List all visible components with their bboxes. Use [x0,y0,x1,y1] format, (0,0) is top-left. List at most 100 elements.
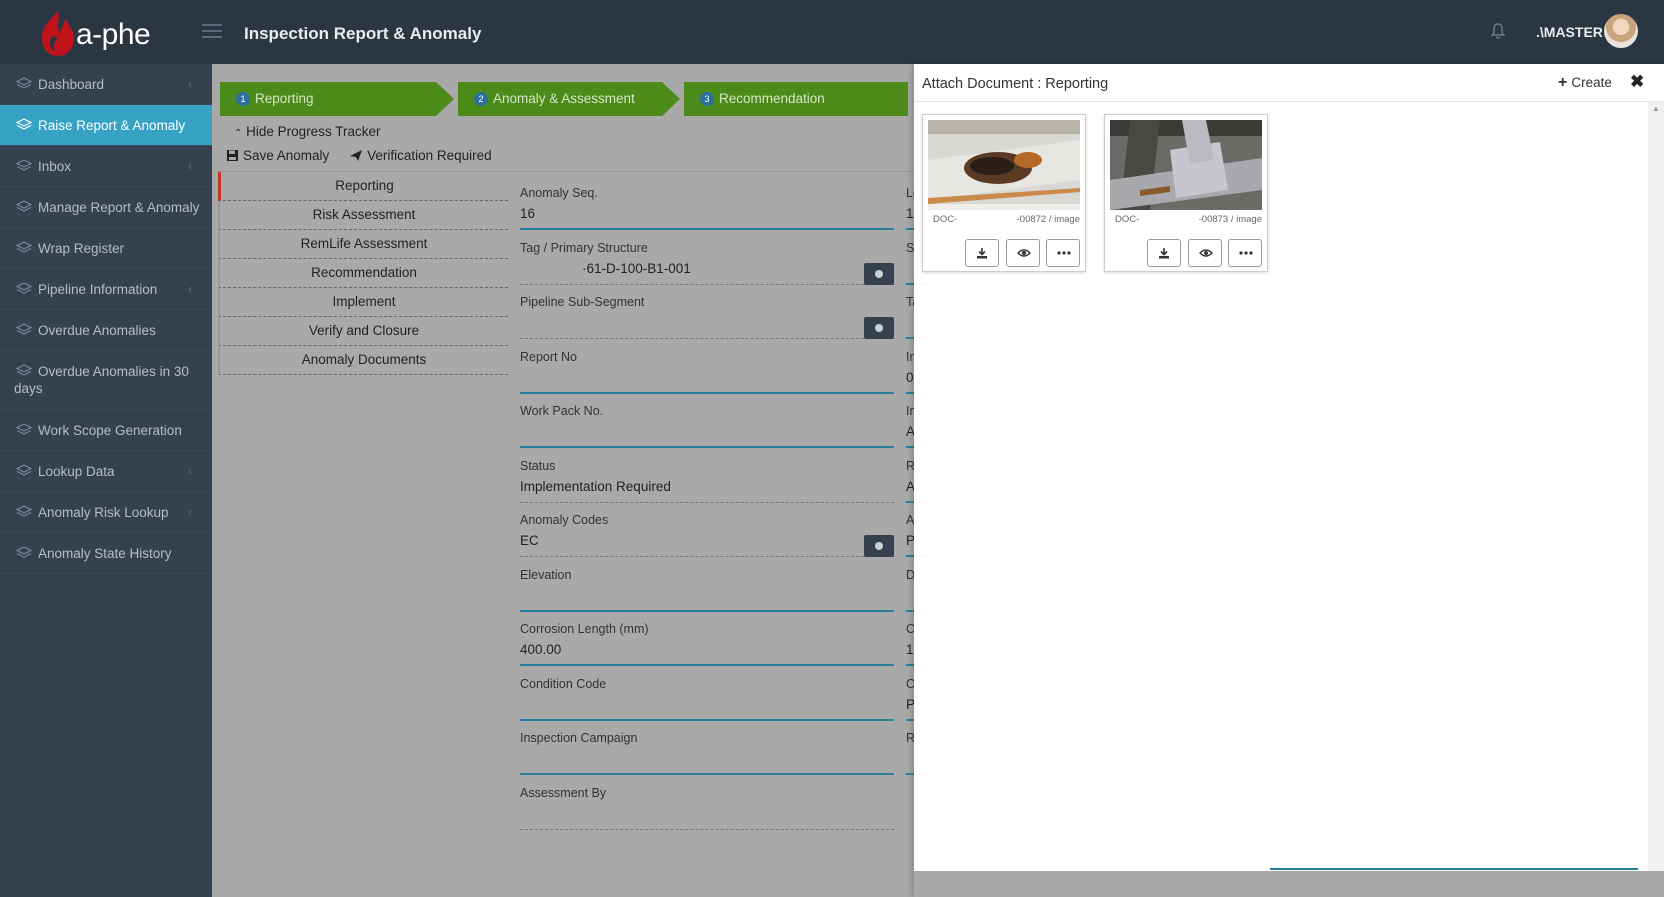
field-label: Elevation [520,567,572,582]
toolbar: Save Anomaly Verification Required [226,148,508,163]
tab-item[interactable]: Risk Assessment [218,201,508,230]
sidebar-item[interactable]: Overdue Anomalies [0,310,212,351]
field-label: Condition Code [520,676,607,691]
form-field[interactable]: Anomaly Seq. 16 [520,172,894,230]
sidebar-item-label: Raise Report & Anomaly [38,118,186,133]
ellipsis-icon [1239,251,1253,255]
brand-name: a-phe [76,18,151,51]
chevron-left-icon[interactable]: ‹ [188,451,192,492]
tab-item[interactable]: Recommendation [218,259,508,288]
chevron-left-icon[interactable]: ‹ [188,64,192,105]
more-options-button[interactable] [1046,239,1081,267]
form-field[interactable]: Report No [520,336,894,394]
field-underline [1270,868,1638,870]
hide-progress-tracker-link[interactable]: ⌃ Hide Progress Tracker [234,124,380,139]
layers-icon [16,464,32,476]
field-label: Status [520,458,556,473]
document-thumbnail[interactable] [1110,120,1262,210]
section-tabs: Reporting Risk Assessment RemLife Assessme… [218,172,508,375]
sidebar-item[interactable]: Overdue Anomalies in 30 days [0,351,212,410]
sidebar-item-label: Inbox [38,159,72,174]
step-reporting[interactable]: 1 Reporting [220,82,454,116]
user-name[interactable]: .\MASTER [1536,24,1603,40]
document-prefix: DOC- [933,214,958,225]
panel-title: Attach Document : Reporting [922,76,1109,92]
form-field[interactable]: Assessment By [520,772,894,830]
avatar[interactable] [1604,14,1638,48]
document-card[interactable]: DOC- -00872 / image [922,114,1086,272]
chevron-left-icon[interactable]: ‹ [188,146,192,187]
layers-icon [16,364,32,376]
verification-required-button[interactable]: Verification Required [349,148,492,163]
tab-item[interactable]: Reporting [218,172,508,201]
sidebar-item[interactable]: Anomaly Risk Lookup ‹ [0,492,212,533]
view-button[interactable] [1005,239,1040,267]
top-bar: a-phe Inspection Report & Anomaly .\MAST… [0,0,1664,64]
sidebar-item-label: Pipeline Information [38,282,158,297]
sidebar-item[interactable]: Anomaly State History [0,533,212,574]
panel-scrollbar[interactable]: ▲ ▼ [1648,102,1664,897]
chevron-left-icon[interactable]: ‹ [188,492,192,533]
form-field[interactable]: Elevation [520,554,894,612]
form-field[interactable]: Tag / Primary Structure ·61-D-100-B1-001 [520,227,894,285]
field-value[interactable]: EC [520,533,539,548]
close-icon[interactable]: ✖ [1630,72,1644,92]
step-number: 2 [474,92,488,106]
sidebar-item[interactable]: Lookup Data ‹ [0,451,212,492]
scroll-up-icon[interactable]: ▲ [1652,104,1660,113]
more-options-button[interactable] [1228,239,1263,267]
form-field[interactable]: Anomaly Codes EC [520,499,894,557]
field-value[interactable]: 16 [520,206,535,221]
layers-icon [16,323,32,335]
form-field[interactable]: Inspection Campaign [520,717,894,775]
step-recommendation[interactable]: 3 Recommendation [684,82,908,116]
sidebar-item[interactable]: Wrap Register [0,228,212,269]
tab-item[interactable]: Anomaly Documents [218,346,508,375]
form-field[interactable]: Work Pack No. [520,390,894,448]
view-button[interactable] [1187,239,1222,267]
field-value[interactable]: 400.00 [520,642,561,657]
sidebar-item[interactable]: Dashboard ‹ [0,64,212,105]
field-value[interactable]: Implementation Required [520,479,671,494]
panel-footer [914,871,1664,897]
document-prefix: DOC- [1115,214,1140,225]
download-button[interactable] [1147,239,1181,267]
sidebar-item[interactable]: Manage Report & Anomaly [0,187,212,228]
step-number: 1 [236,92,250,106]
document-card[interactable]: DOC- -00873 / image [1104,114,1268,272]
form-field[interactable]: Condition Code [520,663,894,721]
create-label: Create [1571,75,1612,90]
field-label: Anomaly Seq. [520,186,598,200]
layers-icon [16,118,32,130]
layers-icon [16,159,32,171]
sidebar-item[interactable]: Work Scope Generation [0,410,212,451]
tab-item[interactable]: Implement [218,288,508,317]
sidebar-item[interactable]: Pipeline Information ‹ [0,269,212,310]
download-icon [1159,248,1169,259]
eye-icon [1016,249,1031,257]
sidebar-item[interactable]: Raise Report & Anomaly [0,105,212,146]
brand-logo[interactable]: a-phe [30,6,170,58]
menu-toggle-icon[interactable] [202,24,222,40]
step-anomaly-assessment[interactable]: 2 Anomaly & Assessment [458,82,680,116]
form-field[interactable]: Pipeline Sub-Segment [520,281,894,339]
field-value[interactable]: ·61-D-100-B1-001 [582,261,691,276]
step-label: Recommendation [719,91,825,106]
tab-item[interactable]: Verify and Closure [218,317,508,346]
download-button[interactable] [965,239,999,267]
form-field[interactable]: Status Implementation Required [520,445,894,503]
document-thumbnail[interactable] [928,120,1080,210]
create-button[interactable]: + Create [1558,74,1612,92]
layers-icon [16,241,32,253]
bell-icon[interactable] [1490,22,1506,40]
tab-item[interactable]: RemLife Assessment [218,230,508,259]
chevron-left-icon[interactable]: ‹ [188,269,192,310]
chevron-up-icon: ⌃ [234,128,243,139]
sidebar-item[interactable]: Inbox ‹ [0,146,212,187]
page-title: Inspection Report & Anomaly [244,24,482,43]
save-icon [227,150,238,161]
form-field[interactable]: Corrosion Length (mm) 400.00 [520,608,894,666]
layers-icon [16,282,32,294]
progress-tracker: 1 Reporting 2 Anomaly & Assessment 3 Recomm… [220,82,908,116]
save-anomaly-button[interactable]: Save Anomaly [226,148,329,163]
